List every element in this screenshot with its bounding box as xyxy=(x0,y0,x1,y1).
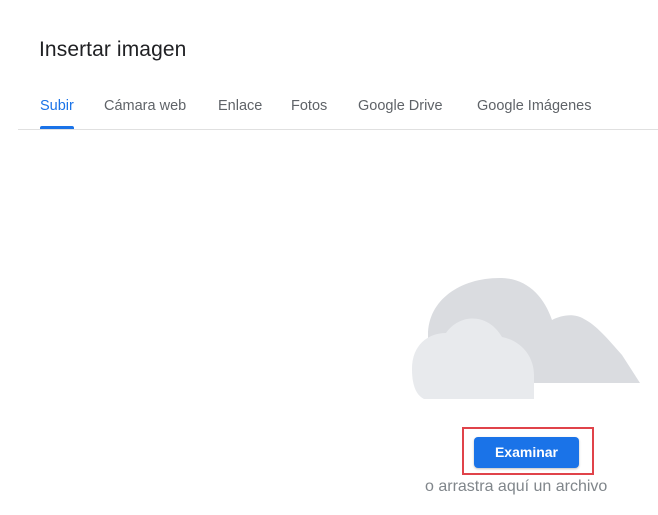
tab-webcam[interactable]: Cámara web xyxy=(104,98,186,114)
tab-google-images[interactable]: Google Imágenes xyxy=(477,98,591,114)
drag-drop-hint: o arrastra aquí un archivo xyxy=(425,478,608,495)
browse-button[interactable]: Examinar xyxy=(474,437,579,468)
tab-link[interactable]: Enlace xyxy=(218,98,262,114)
tab-google-drive[interactable]: Google Drive xyxy=(358,98,443,114)
dialog-title: Insertar imagen xyxy=(39,38,187,61)
insert-image-dialog: Insertar imagen Subir Cámara web Enlace … xyxy=(0,0,658,515)
tab-bar: Subir Cámara web Enlace Fotos Google Dri… xyxy=(18,86,658,130)
tab-upload[interactable]: Subir xyxy=(40,98,74,114)
tab-photos[interactable]: Fotos xyxy=(291,98,327,114)
active-tab-indicator xyxy=(40,126,74,129)
cloud-icon xyxy=(412,277,640,399)
